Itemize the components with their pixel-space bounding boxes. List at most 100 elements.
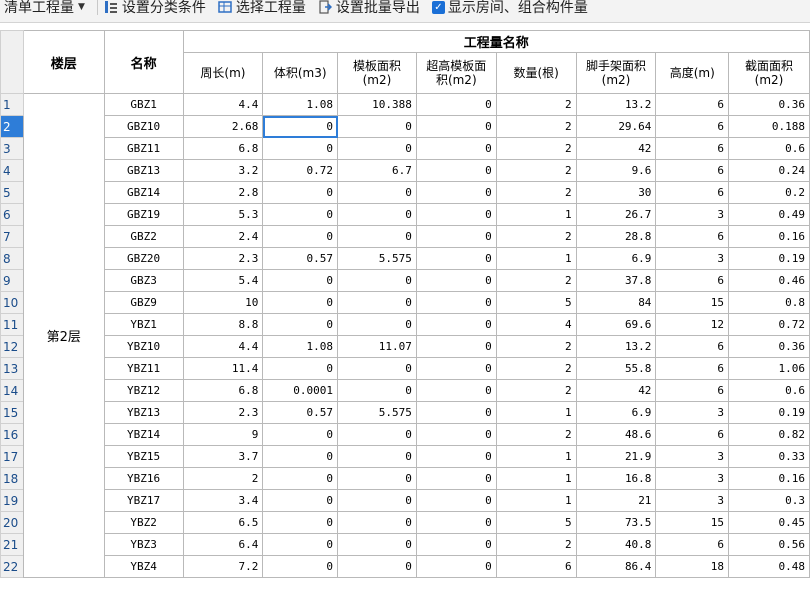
value-cell[interactable]: 6 <box>655 335 730 358</box>
value-cell[interactable]: 0.2 <box>728 181 810 204</box>
table-row[interactable]: 9 GBZ3 5.4 0 0 0 2 37.8 6 0.46 <box>0 269 810 292</box>
value-cell[interactable]: 8.8 <box>182 313 264 336</box>
value-cell[interactable]: 73.5 <box>575 511 657 534</box>
table-row[interactable]: 2 GBZ10 2.68 0 0 0 2 29.64 6 0.188 <box>0 115 810 138</box>
value-cell[interactable]: 0.3 <box>728 489 810 512</box>
row-number[interactable]: 13 <box>0 357 24 380</box>
name-cell[interactable]: GBZ13 <box>103 159 184 182</box>
table-row[interactable]: 22 YBZ4 7.2 0 0 0 6 86.4 18 0.48 <box>0 555 810 578</box>
value-cell[interactable]: 0 <box>337 423 417 446</box>
value-cell[interactable]: 0.49 <box>728 203 810 226</box>
value-cell[interactable]: 1 <box>495 489 577 512</box>
column-header[interactable]: 高度(m) <box>655 52 730 94</box>
row-number[interactable]: 16 <box>0 423 24 446</box>
name-cell[interactable]: YBZ13 <box>103 401 184 424</box>
value-cell[interactable]: 3 <box>655 247 730 270</box>
value-cell[interactable]: 7.2 <box>182 555 264 578</box>
value-cell[interactable]: 2 <box>495 335 577 358</box>
value-cell[interactable]: 3.4 <box>182 489 264 512</box>
row-number[interactable]: 4 <box>0 159 24 182</box>
value-cell[interactable]: 15 <box>655 291 730 314</box>
row-number[interactable]: 5 <box>0 181 24 204</box>
value-cell[interactable]: 42 <box>575 137 657 160</box>
row-number[interactable]: 7 <box>0 225 24 248</box>
value-cell[interactable]: 0.72 <box>262 159 339 182</box>
value-cell[interactable]: 0 <box>262 511 339 534</box>
value-cell[interactable]: 1 <box>495 247 577 270</box>
value-cell[interactable]: 48.6 <box>575 423 657 446</box>
column-header[interactable]: 模板面积(m2) <box>337 52 417 94</box>
value-cell[interactable]: 0 <box>337 467 417 490</box>
value-cell[interactable]: 0 <box>337 555 417 578</box>
value-cell[interactable]: 6 <box>655 93 730 116</box>
table-row[interactable]: 5 GBZ14 2.8 0 0 0 2 30 6 0.2 <box>0 181 810 204</box>
value-cell[interactable]: 2 <box>495 533 577 556</box>
value-cell[interactable]: 0.19 <box>728 401 810 424</box>
value-cell[interactable]: 0 <box>262 467 339 490</box>
value-cell[interactable]: 0.57 <box>262 247 339 270</box>
value-cell[interactable]: 13.2 <box>575 335 657 358</box>
row-number[interactable]: 1 <box>0 93 24 116</box>
value-cell[interactable]: 0.33 <box>728 445 810 468</box>
name-cell[interactable]: GBZ20 <box>103 247 184 270</box>
value-cell[interactable]: 0 <box>262 533 339 556</box>
value-cell[interactable]: 0.48 <box>728 555 810 578</box>
value-cell[interactable]: 2 <box>495 159 577 182</box>
value-cell[interactable]: 13.2 <box>575 93 657 116</box>
value-cell[interactable]: 4.4 <box>182 93 264 116</box>
value-cell[interactable]: 0 <box>262 115 339 138</box>
column-header[interactable]: 截面面积(m2) <box>728 52 810 94</box>
header-floor[interactable]: 楼层 <box>22 30 105 94</box>
name-cell[interactable]: GBZ1 <box>103 93 184 116</box>
value-cell[interactable]: 0 <box>415 533 497 556</box>
value-cell[interactable]: 0.45 <box>728 511 810 534</box>
value-cell[interactable]: 3 <box>655 401 730 424</box>
floor-cell[interactable]: 第2层 <box>22 93 105 578</box>
value-cell[interactable]: 0 <box>415 137 497 160</box>
value-cell[interactable]: 0 <box>262 269 339 292</box>
table-row[interactable]: 8 GBZ20 2.3 0.57 5.575 0 1 6.9 3 0.19 <box>0 247 810 270</box>
value-cell[interactable]: 3 <box>655 445 730 468</box>
value-cell[interactable]: 0.72 <box>728 313 810 336</box>
value-cell[interactable]: 0 <box>262 445 339 468</box>
row-number[interactable]: 15 <box>0 401 24 424</box>
name-cell[interactable]: YBZ17 <box>103 489 184 512</box>
value-cell[interactable]: 0 <box>415 225 497 248</box>
row-number[interactable]: 18 <box>0 467 24 490</box>
table-row[interactable]: 14 YBZ12 6.8 0.0001 0 0 2 42 6 0.6 <box>0 379 810 402</box>
row-number[interactable]: 22 <box>0 555 24 578</box>
table-row[interactable]: 6 GBZ19 5.3 0 0 0 1 26.7 3 0.49 <box>0 203 810 226</box>
value-cell[interactable]: 6 <box>655 357 730 380</box>
value-cell[interactable]: 37.8 <box>575 269 657 292</box>
value-cell[interactable]: 0.36 <box>728 335 810 358</box>
name-cell[interactable]: GBZ3 <box>103 269 184 292</box>
column-header[interactable]: 体积(m3) <box>262 52 339 94</box>
value-cell[interactable]: 3.7 <box>182 445 264 468</box>
name-cell[interactable]: YBZ14 <box>103 423 184 446</box>
value-cell[interactable]: 12 <box>655 313 730 336</box>
name-cell[interactable]: GBZ14 <box>103 181 184 204</box>
value-cell[interactable]: 6 <box>495 555 577 578</box>
show-rooms-checkbox[interactable]: ✓ 显示房间、组合构件量 <box>431 0 588 17</box>
table-row[interactable]: 13 YBZ11 11.4 0 0 0 2 55.8 6 1.06 <box>0 357 810 380</box>
value-cell[interactable]: 42 <box>575 379 657 402</box>
column-header[interactable]: 超高模板面积(m2) <box>415 52 497 94</box>
value-cell[interactable]: 6 <box>655 159 730 182</box>
value-cell[interactable]: 3 <box>655 467 730 490</box>
value-cell[interactable]: 6 <box>655 423 730 446</box>
value-cell[interactable]: 16.8 <box>575 467 657 490</box>
header-name[interactable]: 名称 <box>103 30 184 94</box>
value-cell[interactable]: 0 <box>337 511 417 534</box>
value-cell[interactable]: 0 <box>415 489 497 512</box>
name-cell[interactable]: GBZ11 <box>103 137 184 160</box>
value-cell[interactable]: 0 <box>337 137 417 160</box>
value-cell[interactable]: 0.57 <box>262 401 339 424</box>
row-number[interactable]: 14 <box>0 379 24 402</box>
table-row[interactable]: 7 GBZ2 2.4 0 0 0 2 28.8 6 0.16 <box>0 225 810 248</box>
value-cell[interactable]: 30 <box>575 181 657 204</box>
value-cell[interactable]: 1 <box>495 401 577 424</box>
row-number[interactable]: 9 <box>0 269 24 292</box>
table-row[interactable]: 20 YBZ2 6.5 0 0 0 5 73.5 15 0.45 <box>0 511 810 534</box>
name-cell[interactable]: YBZ1 <box>103 313 184 336</box>
value-cell[interactable]: 0 <box>415 445 497 468</box>
